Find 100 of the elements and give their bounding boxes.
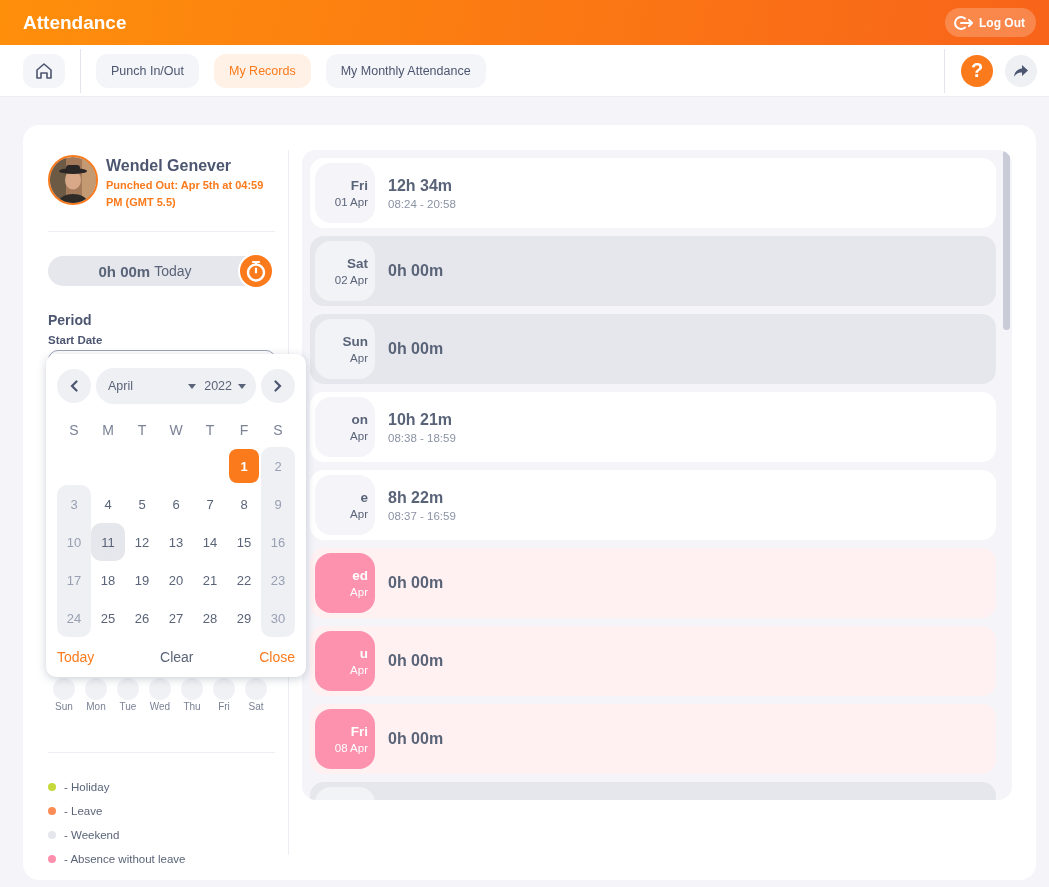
logout-icon [953,14,973,31]
calendar-day[interactable]: 29 [227,599,261,637]
day-date: Apr [350,586,368,598]
worked-hours: 0h 00m [388,574,444,592]
calendar-day[interactable]: 27 [159,599,193,637]
day-toggle[interactable] [85,678,107,700]
day-toggle[interactable] [117,678,139,700]
legend-label: - Holiday [64,781,110,793]
month-select[interactable]: April [108,379,205,393]
calendar-day[interactable]: 11 [91,523,125,561]
day-date: Apr [350,430,368,442]
worked-hours: 12h 34m [388,176,454,195]
weekday-header: T [136,422,148,440]
day-date: Apr [350,664,368,676]
day-name: on [351,412,368,427]
time-range: 08:37 - 16:59 [388,509,456,522]
record-row[interactable]: ed Apr 0h 00m [310,548,996,618]
record-row[interactable]: u Apr 0h 00m [310,626,996,696]
day-toggle[interactable] [53,678,75,700]
user-name: Wendel Genever [106,157,233,175]
calendar-day[interactable]: 18 [91,561,125,599]
calendar-day[interactable]: 5 [125,485,159,523]
punch-status: Punched Out: Apr 5th at 04:59 PM (GMT 5.5) [106,178,265,210]
worked-hours: 8h 22m [388,488,445,507]
day-name: Fri [350,724,368,739]
calendar-day[interactable]: 26 [125,599,159,637]
time-range: 08:24 - 20:58 [388,197,456,210]
calendar-day[interactable]: 6 [159,485,193,523]
calendar-day[interactable]: 13 [159,523,193,561]
period-title: Period [48,312,93,328]
record-row[interactable]: on Apr 10h 21m 08:38 - 18:59 [310,392,996,462]
time-range: 08:38 - 18:59 [388,431,456,444]
record-row[interactable]: Sat 02 Apr 0h 00m [310,236,996,306]
calendar-day[interactable]: 7 [193,485,227,523]
calendar-day[interactable]: 25 [91,599,125,637]
worked-hours: 0h 00m [388,262,444,280]
scrollbar[interactable] [1003,150,1010,330]
day-date: 01 Apr [334,196,368,208]
worked-hours: 0h 00m [388,652,444,670]
legend-label: - Leave [64,805,103,817]
weekday-label: Mon [86,701,106,712]
calendar-day[interactable]: 19 [125,561,159,599]
caret-icon [188,383,197,389]
weekday-label: Wed [149,701,171,712]
record-row[interactable]: e Apr 8h 22m 08:37 - 16:59 [310,470,996,540]
calendar-day[interactable]: 15 [227,523,261,561]
day-name: ed [352,568,368,583]
calendar-day[interactable]: 8 [227,485,261,523]
day-date: 02 Apr [334,274,368,286]
calendar-day[interactable]: 14 [193,523,227,561]
calendar-day[interactable]: 22 [227,561,261,599]
day-name: Fri [350,178,368,193]
record-row[interactable]: Fri 08 Apr 0h 00m [310,704,996,774]
weekday-label: Tue [119,701,137,712]
weekday-header: S [68,422,80,440]
day-toggle[interactable] [245,678,267,700]
weekday-label: Fri [218,701,230,712]
calendar-day[interactable]: 21 [193,561,227,599]
chevron-right-icon [274,380,282,392]
record-row[interactable]: Sun Apr 0h 00m [310,314,996,384]
weekday-header: S [272,422,284,440]
nav-tab[interactable]: Punch In/Out [96,53,199,88]
weekday-header: F [238,422,250,440]
year-select[interactable]: 2022 [204,379,246,393]
caret-icon [238,383,246,389]
weekday-header: W [168,422,184,440]
home-icon [35,61,53,80]
calendar-day[interactable]: 28 [193,599,227,637]
clear-link[interactable]: Clear [160,649,194,665]
day-toggle[interactable] [149,678,171,700]
timer-label: Today [154,263,192,279]
record-row[interactable]: Fri 01 Apr 12h 34m 08:24 - 20:58 [310,158,996,228]
day-date: Apr [350,352,368,364]
chevron-left-icon [70,380,78,392]
calendar-day[interactable]: 20 [159,561,193,599]
share-button[interactable] [1005,54,1037,87]
day-name: Sat [347,256,368,271]
worked-hours: 10h 21m [388,410,454,429]
weekday-label: Sun [55,701,73,712]
day-date: Apr [350,508,368,520]
nav-tab[interactable]: My Monthly Attendance [325,53,486,88]
share-icon [1013,63,1029,78]
day-name: Sun [342,334,368,349]
day-name: u [359,646,368,661]
worked-hours: 0h 00m [388,730,444,748]
home-button[interactable] [23,53,65,88]
stopwatch-icon[interactable] [238,253,274,289]
day-toggle[interactable] [181,678,203,700]
worked-hours: 0h 00m [388,340,444,358]
timer-duration: 0h 00m [98,262,151,280]
weekday-label: Sat [248,701,264,712]
previous-month-button[interactable] [57,369,91,403]
weekday-header: M [101,422,115,440]
day-toggle[interactable] [213,678,235,700]
field-label: Start Date [48,334,104,346]
legend-label: - Weekend [64,829,120,841]
calendar-day[interactable]: 4 [91,485,125,523]
next-month-button[interactable] [261,369,295,403]
calendar-day[interactable]: 12 [125,523,159,561]
app-title: Attendance [23,11,127,34]
